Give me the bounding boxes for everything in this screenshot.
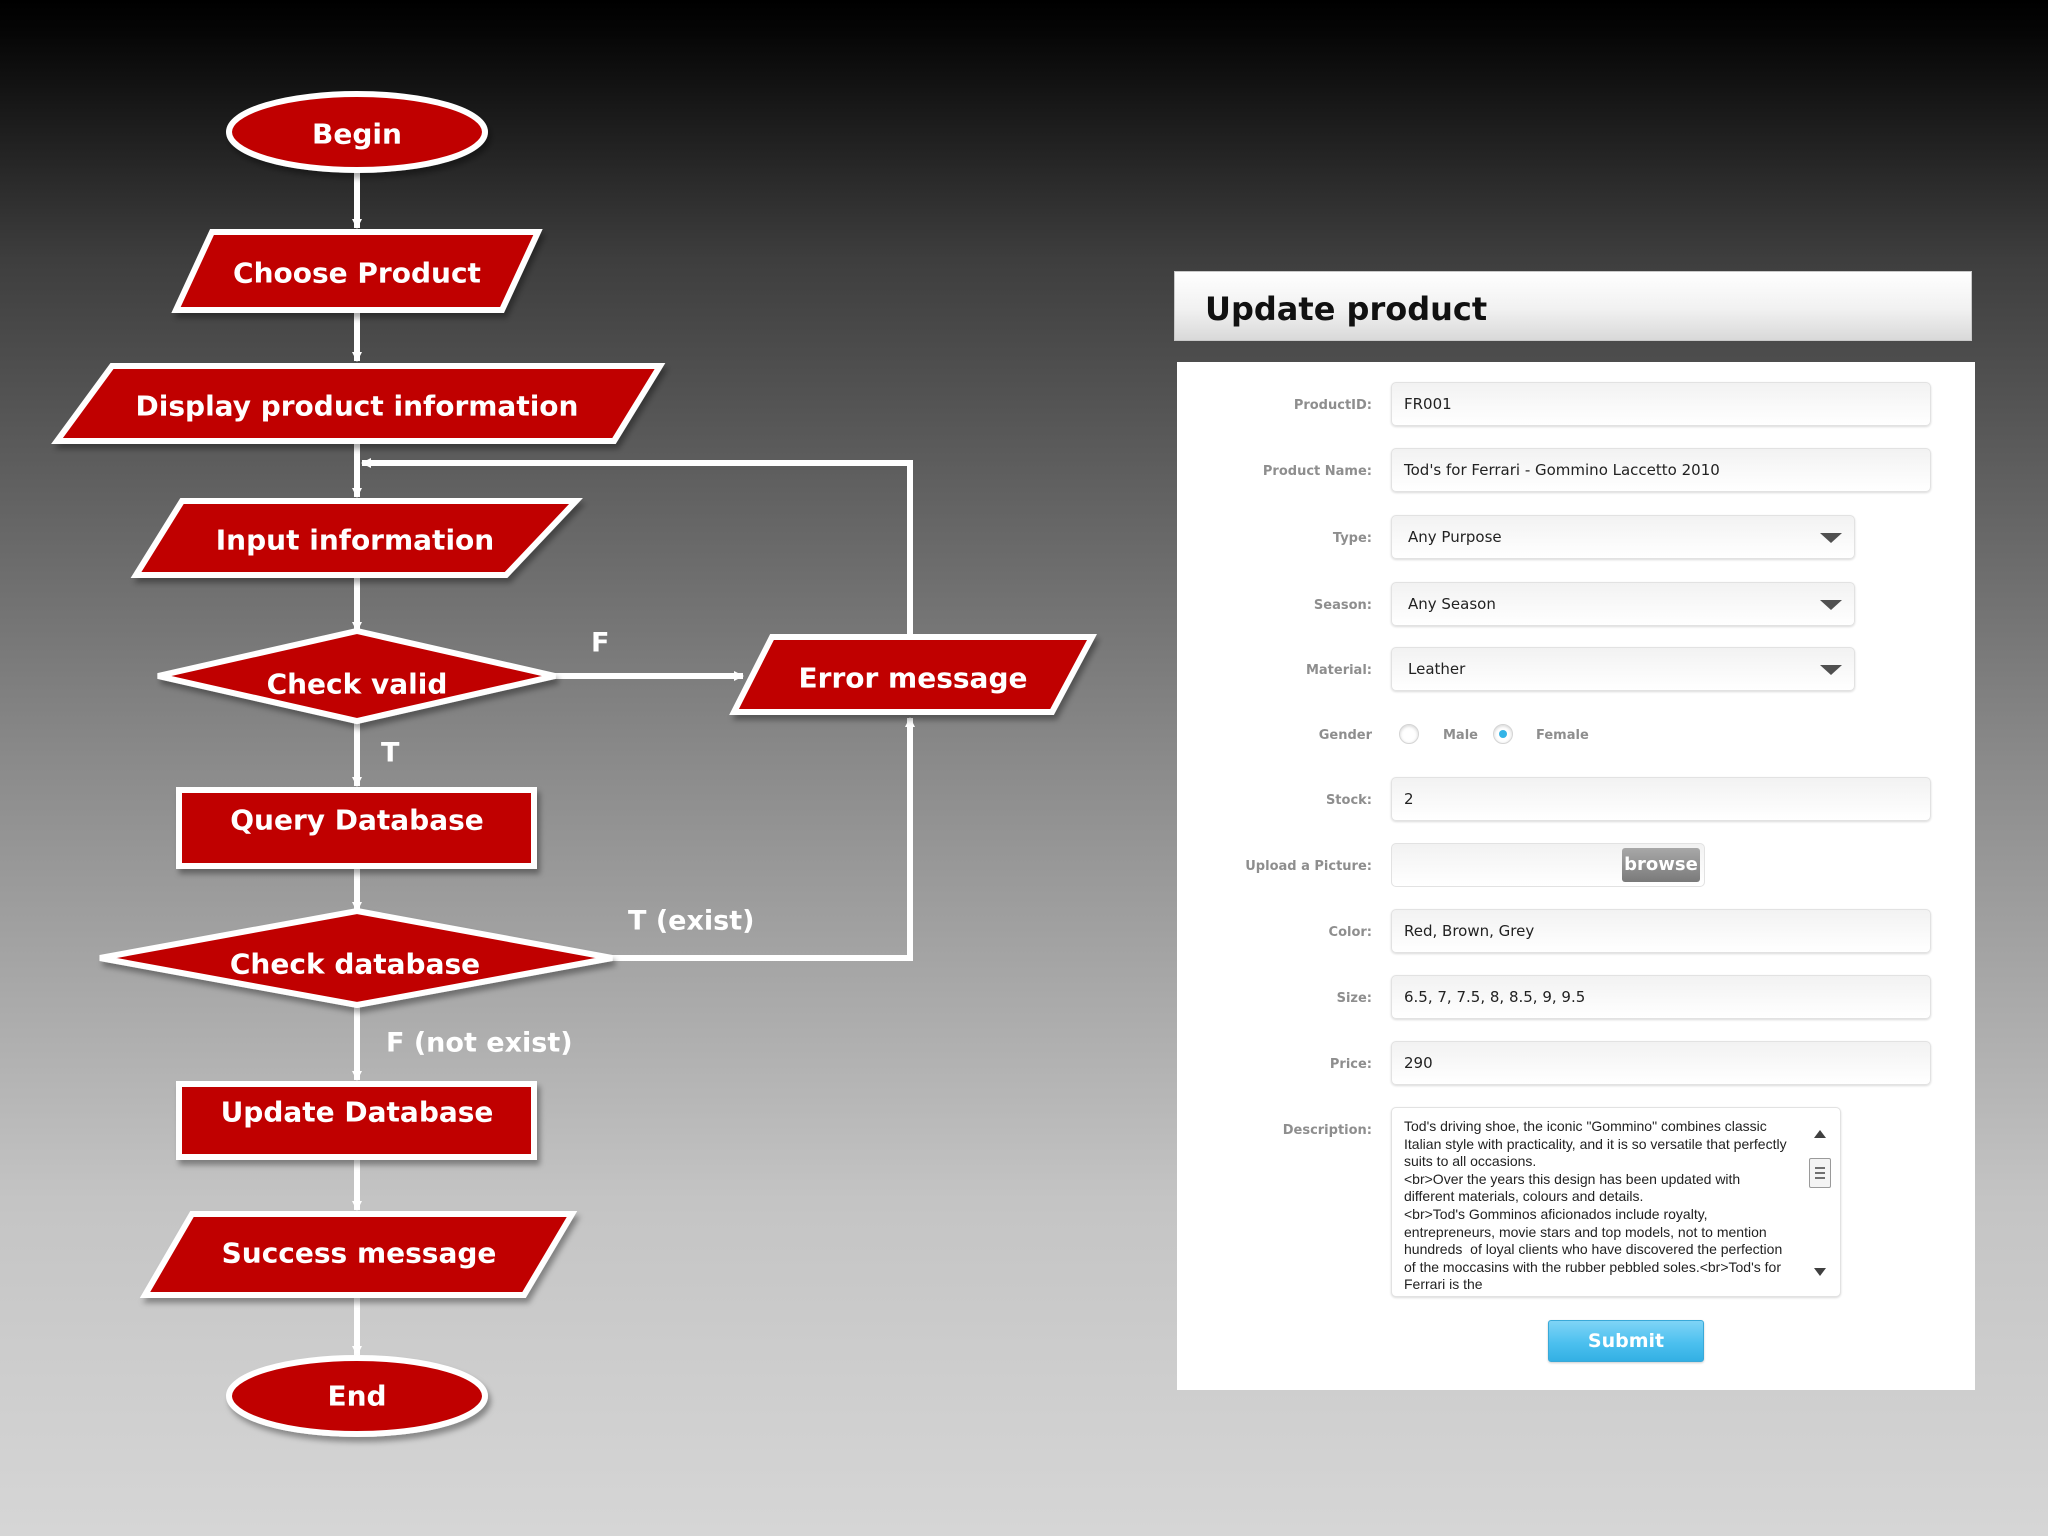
query-database-label: Query Database [230,804,484,837]
nodes [51,91,1097,1437]
product-name-label: Product Name: [1262,464,1372,479]
grip-line-icon [1815,1177,1825,1179]
season-value: Any Season [1408,595,1496,613]
product-id-input[interactable]: FR001 [1391,382,1931,426]
size-label: Size: [1336,991,1372,1006]
choose-product-label: Choose Product [233,257,481,290]
description-text: Tod's driving shoe, the iconic "Gommino"… [1404,1118,1787,1290]
form-header: Update product [1174,271,1972,341]
edge-label-valid-false: F [591,628,609,659]
gender-female-radio[interactable] [1493,724,1513,744]
gender-label: Gender [1318,728,1372,743]
success-message-label: Success message [222,1237,497,1270]
material-select[interactable]: Leather [1391,647,1855,691]
picture-upload-field[interactable]: browse [1391,843,1705,887]
price-label: Price: [1329,1057,1372,1072]
edge-label-valid-true: T [381,738,400,769]
update-product-form: ProductID: FR001 Product Name: Tod's for… [1177,362,1975,1390]
price-input[interactable]: 290 [1391,1041,1931,1085]
color-label: Color: [1328,925,1372,940]
check-valid-label: Check valid [267,668,448,701]
update-database-label: Update Database [221,1096,494,1129]
end-label: End [327,1380,386,1413]
product-id-label: ProductID: [1293,398,1372,413]
scroll-thumb[interactable] [1809,1158,1831,1188]
chevron-down-icon [1820,665,1842,675]
browse-button[interactable]: browse [1622,848,1700,882]
begin-label: Begin [312,118,402,151]
gender-male-radio[interactable] [1399,724,1419,744]
size-input[interactable]: 6.5, 7, 7.5, 8, 8.5, 9, 9.5 [1391,975,1931,1019]
stock-label: Stock: [1325,793,1372,808]
chevron-down-icon [1820,533,1842,543]
material-value: Leather [1408,660,1466,678]
scroll-down-icon[interactable] [1814,1268,1826,1276]
gender-male-label: Male [1443,728,1478,743]
radio-selected-icon [1499,730,1507,738]
display-info-label: Display product information [136,390,579,423]
submit-button[interactable]: Submit [1548,1320,1704,1362]
stock-input[interactable]: 2 [1391,777,1931,821]
material-label: Material: [1305,663,1372,678]
form-title: Update product [1205,290,1488,328]
color-input[interactable]: Red, Brown, Grey [1391,909,1931,953]
flowchart: Begin Choose Product Display product inf… [51,91,1097,1437]
season-label: Season: [1313,598,1372,613]
gender-female-label: Female [1536,728,1589,743]
connectors [352,170,915,1356]
grip-line-icon [1815,1167,1825,1169]
type-label: Type: [1332,531,1372,546]
grip-line-icon [1815,1172,1825,1174]
error-message-label: Error message [799,662,1028,695]
edge-label-db-exist: T (exist) [628,906,754,937]
description-textarea[interactable]: Tod's driving shoe, the iconic "Gommino"… [1391,1107,1841,1297]
description-scrollbar[interactable] [1806,1118,1834,1288]
edge-label-db-not-exist: F (not exist) [386,1028,573,1059]
type-value: Any Purpose [1408,528,1502,546]
chevron-down-icon [1820,600,1842,610]
input-info-label: Input information [216,524,494,557]
scroll-up-icon[interactable] [1814,1130,1826,1138]
season-select[interactable]: Any Season [1391,582,1855,626]
picture-label: Upload a Picture: [1245,859,1372,874]
product-name-input[interactable]: Tod's for Ferrari - Gommino Laccetto 201… [1391,448,1931,492]
type-select[interactable]: Any Purpose [1391,515,1855,559]
description-label: Description: [1282,1123,1372,1138]
check-database-label: Check database [230,948,480,981]
